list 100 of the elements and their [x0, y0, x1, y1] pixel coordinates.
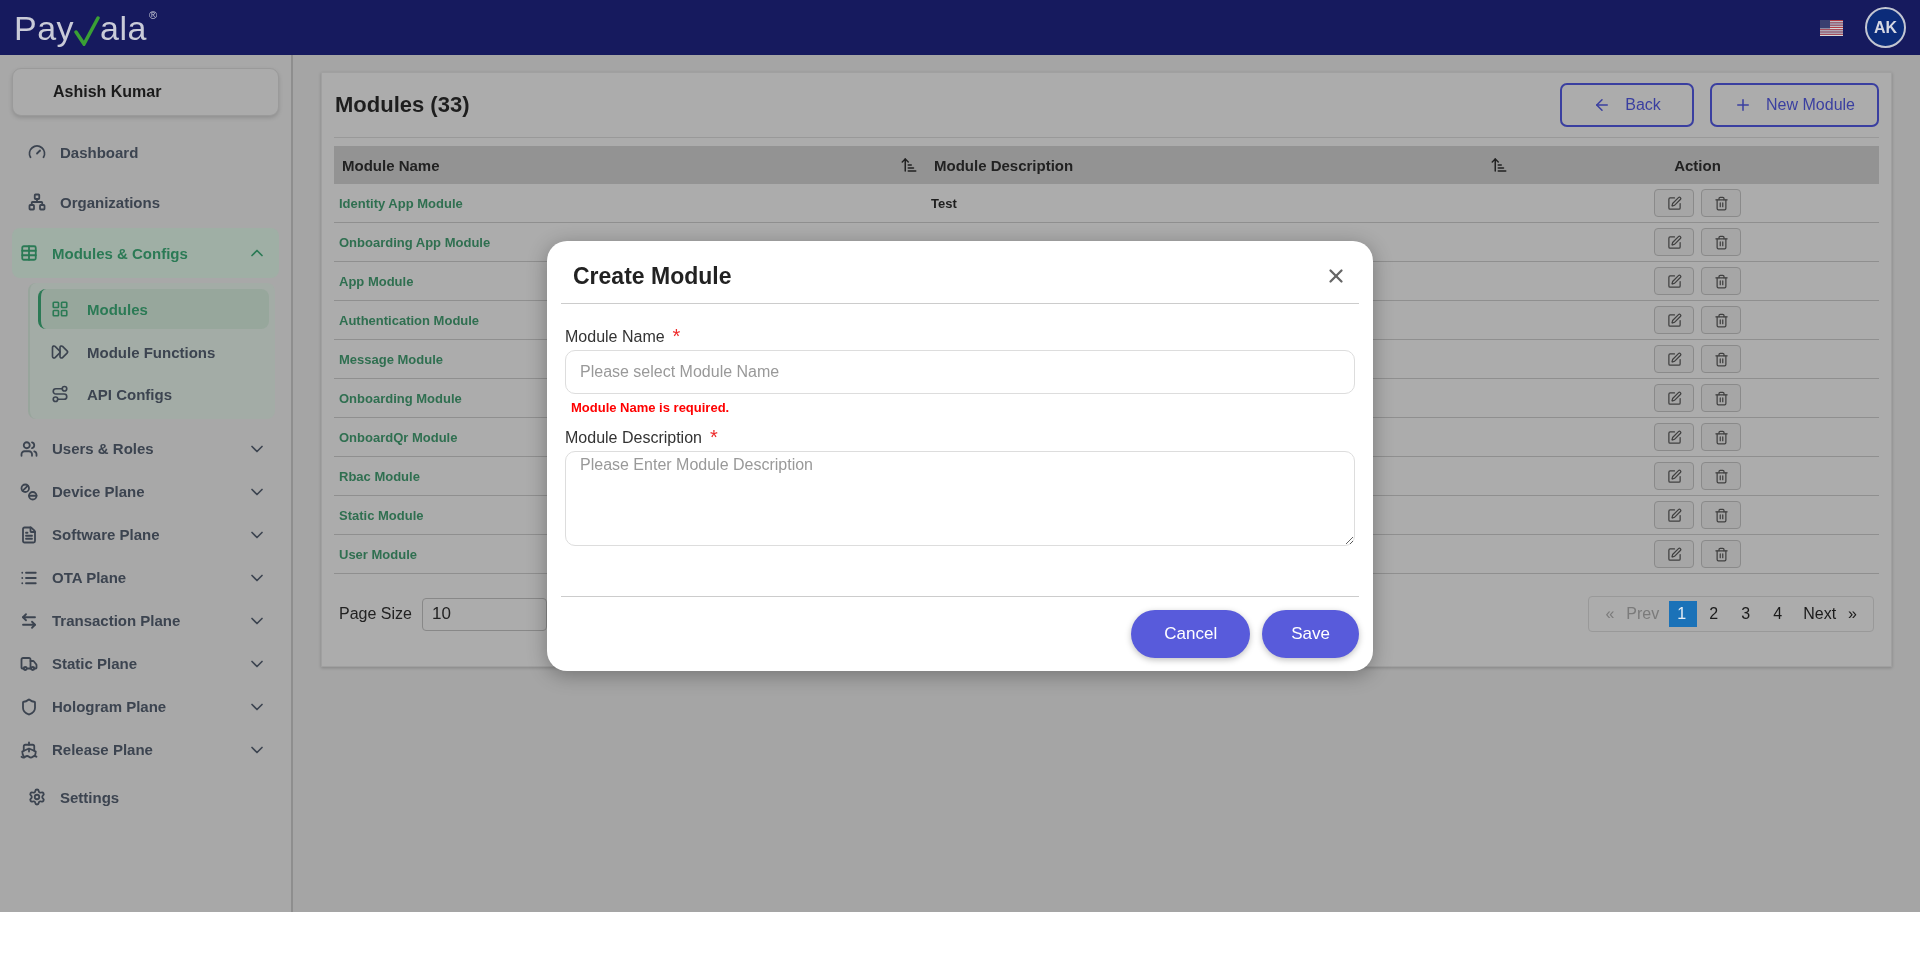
trash-icon — [1713, 546, 1729, 562]
menu-group[interactable]: Device Plane — [12, 470, 279, 513]
trash-icon — [1713, 273, 1729, 289]
trash-icon — [1713, 468, 1729, 484]
route-icon — [51, 385, 69, 403]
edit-icon — [1666, 429, 1682, 445]
ship-icon — [20, 740, 38, 759]
submenu-item[interactable]: API Configs — [38, 375, 269, 413]
required-mark: * — [709, 429, 718, 447]
delete-button[interactable] — [1701, 228, 1741, 256]
delete-button[interactable] — [1701, 189, 1741, 217]
trash-icon — [1713, 234, 1729, 250]
table-cell: Test — [926, 184, 1516, 223]
edit-button[interactable] — [1654, 189, 1694, 217]
trash-icon — [1713, 429, 1729, 445]
table-icon — [20, 244, 38, 262]
fast-forward-icon — [51, 343, 69, 361]
delete-button[interactable] — [1701, 384, 1741, 412]
edit-button[interactable] — [1654, 501, 1694, 529]
description-field[interactable]: Please Enter Module Description — [565, 451, 1355, 546]
edit-button[interactable] — [1654, 462, 1694, 490]
trash-icon — [1713, 507, 1729, 523]
gauge-icon — [28, 143, 46, 161]
page-title: Modules (33) — [335, 92, 470, 118]
field-label: Module Description — [565, 429, 702, 447]
save-button[interactable]: Save — [1262, 610, 1359, 658]
edit-icon — [1666, 273, 1682, 289]
edit-icon — [1666, 546, 1682, 562]
sort-icon[interactable] — [1490, 156, 1508, 174]
page-button[interactable]: 2 — [1701, 601, 1730, 627]
registered-mark: ® — [148, 7, 158, 22]
menu-item[interactable]: Organizations — [12, 176, 279, 228]
menu-group[interactable]: Static Plane — [12, 642, 279, 685]
edit-button[interactable] — [1654, 345, 1694, 373]
trash-icon — [1713, 390, 1729, 406]
delete-button[interactable] — [1701, 267, 1741, 295]
page-button[interactable]: 3 — [1733, 601, 1762, 627]
back-button[interactable]: Back — [1560, 83, 1695, 127]
new-module-button[interactable]: New Module — [1710, 83, 1879, 127]
edit-button[interactable] — [1654, 306, 1694, 334]
delete-button[interactable] — [1701, 501, 1741, 529]
document-icon — [20, 525, 38, 544]
page-button[interactable]: 4 — [1765, 601, 1794, 627]
user-name: Ashish Kumar — [12, 68, 279, 116]
menu-group[interactable]: Modules & Configs — [12, 228, 279, 278]
delete-button[interactable] — [1701, 423, 1741, 451]
users-icon — [20, 439, 38, 458]
submenu-item[interactable]: Module Functions — [38, 333, 269, 371]
edit-icon — [1666, 234, 1682, 250]
edit-icon — [1666, 468, 1682, 484]
edit-icon — [1666, 195, 1682, 211]
error-message: Module Name is required. — [571, 400, 731, 415]
delete-button[interactable] — [1701, 462, 1741, 490]
page-size-label: Page Size — [339, 605, 412, 623]
menu-group[interactable]: OTA Plane — [12, 556, 279, 599]
column-header[interactable]: Module Name — [334, 146, 926, 184]
page-button[interactable]: 1 — [1669, 601, 1698, 627]
edit-button[interactable] — [1654, 228, 1694, 256]
edit-button[interactable] — [1654, 384, 1694, 412]
hierarchy-icon — [28, 193, 46, 211]
logo-text: Pay — [14, 7, 75, 48]
menu-group[interactable]: Users & Roles — [12, 427, 279, 470]
menu-group[interactable]: Release Plane — [12, 728, 279, 771]
dialog-title: Create Module — [573, 262, 732, 290]
menu-group[interactable]: Transaction Plane — [12, 599, 279, 642]
trash-icon — [1713, 195, 1729, 211]
menu-item[interactable]: Dashboard — [12, 128, 279, 176]
edit-icon — [1666, 507, 1682, 523]
settings-icon — [28, 788, 46, 806]
trash-icon — [1713, 312, 1729, 328]
edit-icon — [1666, 351, 1682, 367]
edit-icon — [1666, 312, 1682, 328]
menu-item[interactable]: Settings — [12, 771, 279, 823]
module-name-link[interactable]: Identity App Module — [334, 184, 926, 223]
shield-icon — [20, 697, 38, 716]
required-mark: * — [672, 328, 681, 346]
cancel-button[interactable]: Cancel — [1131, 610, 1251, 658]
edit-icon — [1666, 390, 1682, 406]
menu-group[interactable]: Hologram Plane — [12, 685, 279, 728]
delete-button[interactable] — [1701, 345, 1741, 373]
flag-icon — [1820, 19, 1843, 36]
checkmark-icon — [74, 15, 101, 46]
grid-icon — [51, 300, 69, 318]
page-size-select[interactable]: 10 — [421, 597, 547, 631]
sort-icon[interactable] — [900, 156, 918, 174]
field-label: Module Name — [565, 328, 665, 346]
user-avatar[interactable]: AK — [1865, 7, 1906, 48]
edit-button[interactable] — [1654, 267, 1694, 295]
edit-button[interactable] — [1654, 423, 1694, 451]
delete-button[interactable] — [1701, 306, 1741, 334]
module-name-field[interactable]: Please select Module Name — [565, 350, 1355, 394]
trash-icon — [1713, 351, 1729, 367]
next-button[interactable]: Next » — [1797, 601, 1863, 627]
column-header[interactable]: Module Description — [926, 146, 1516, 184]
menu-group[interactable]: Software Plane — [12, 513, 279, 556]
edit-button[interactable] — [1654, 540, 1694, 568]
delete-button[interactable] — [1701, 540, 1741, 568]
logo-text: ala — [100, 7, 147, 48]
column-header: Action — [1516, 146, 1879, 184]
arrows-icon — [20, 611, 38, 630]
